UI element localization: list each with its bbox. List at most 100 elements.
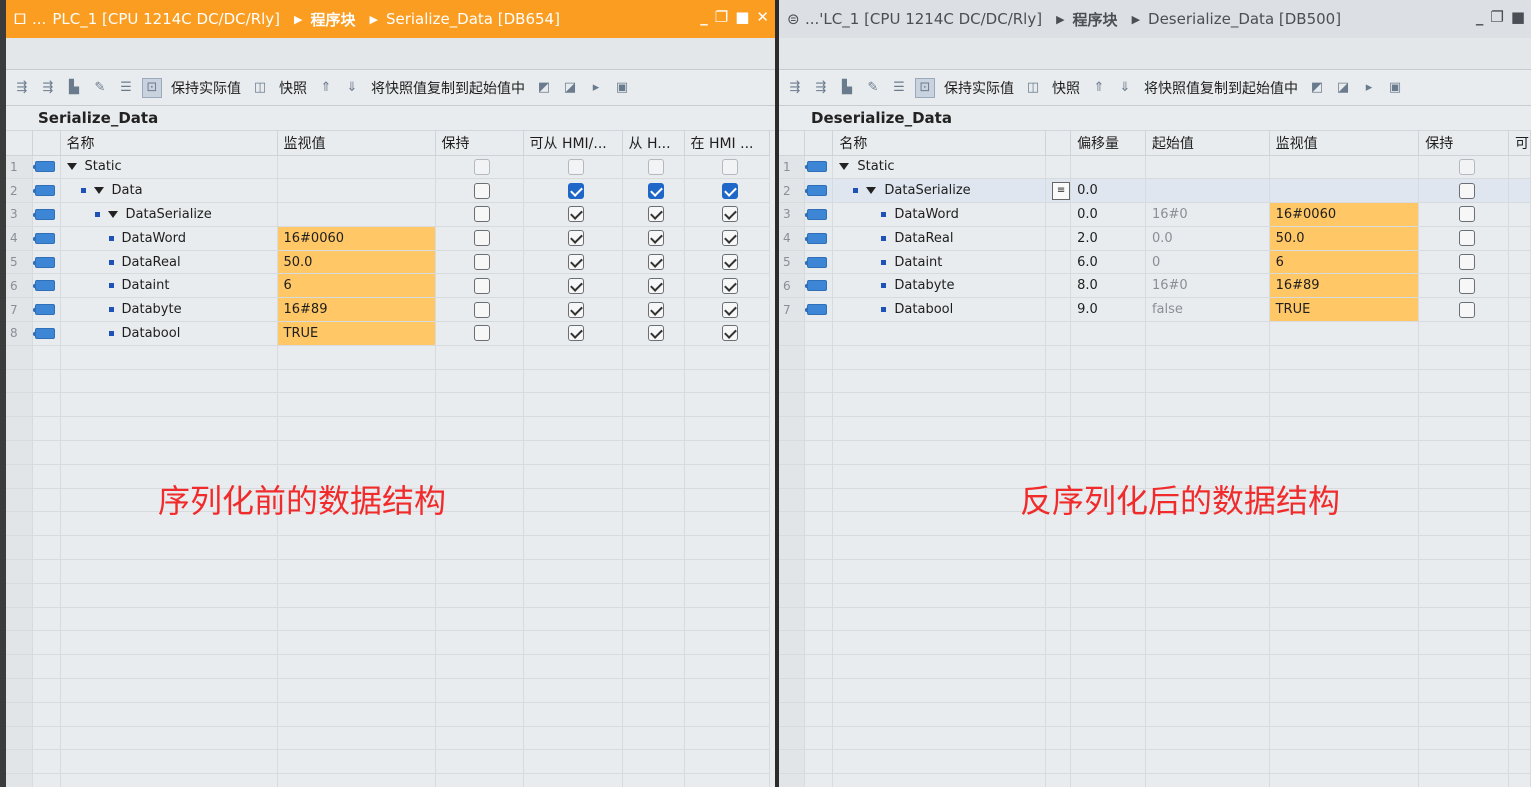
copy-snapshot-to-start-button[interactable]: 将快照值复制到起始值中 [368, 78, 528, 98]
checkbox[interactable] [648, 158, 664, 175]
col-hmi-writable[interactable]: 从 H... [622, 131, 685, 156]
name-cell[interactable]: Static [60, 155, 278, 180]
expand-all-icon[interactable]: ▙ [64, 78, 84, 98]
start-value-cell[interactable]: 0.0 [1145, 226, 1270, 251]
checkbox[interactable] [721, 230, 738, 247]
maximize-icon[interactable]: ■ [735, 8, 749, 26]
checkbox[interactable] [474, 182, 490, 199]
window-split-icon[interactable]: ▣ [612, 78, 632, 98]
name-cell[interactable]: Dataint [832, 250, 1047, 275]
table-row[interactable]: 6 Databyte 8.0 16#0 16#89 [779, 273, 1531, 299]
copy-down-icon[interactable]: ⇓ [1115, 78, 1135, 98]
insert-row-icon[interactable]: ⇶ [785, 78, 805, 98]
load-start-2-icon[interactable]: ◪ [1333, 78, 1353, 98]
checkbox[interactable] [721, 206, 738, 223]
name-cell[interactable]: DataWord [60, 226, 278, 251]
checkbox[interactable] [1458, 301, 1475, 318]
name-cell[interactable]: DataWord [832, 202, 1047, 227]
table-row[interactable]: 1 Static [779, 155, 1531, 180]
snapshot-button[interactable]: 快照 [1049, 78, 1083, 98]
checkbox[interactable] [474, 230, 490, 247]
snapshot-icon[interactable]: ◫ [250, 78, 270, 98]
copy-snapshot-to-start-button[interactable]: 将快照值复制到起始值中 [1141, 78, 1301, 98]
load-start-icon[interactable]: ◩ [534, 78, 554, 98]
name-cell[interactable]: DataSerialize [832, 178, 1047, 204]
checkbox[interactable] [648, 254, 664, 271]
checkbox[interactable] [474, 206, 490, 223]
name-cell[interactable]: Static [832, 155, 1047, 180]
checkbox[interactable] [721, 277, 738, 294]
expand-triangle-icon[interactable] [866, 187, 877, 195]
col-hmi-accessible[interactable]: 可 [1508, 131, 1531, 156]
name-cell[interactable]: Databool [60, 321, 278, 346]
start-value-cell[interactable] [1145, 178, 1270, 204]
checkbox[interactable] [1458, 254, 1475, 271]
table-row[interactable]: 5 DataReal 50.0 [6, 250, 770, 275]
snapshot-icon[interactable]: ◫ [1023, 78, 1043, 98]
table-row[interactable]: 3 DataSerialize [6, 202, 770, 227]
table-row[interactable]: 1 Static [6, 155, 770, 180]
checkbox[interactable] [648, 230, 664, 247]
snapshot-button[interactable]: 快照 [276, 78, 310, 98]
checkbox[interactable] [648, 182, 664, 199]
checkbox[interactable] [1458, 206, 1475, 223]
breadcrumb-block[interactable]: Serialize_Data [DB654] [386, 10, 560, 28]
table-row[interactable]: 6 Dataint 6 [6, 273, 770, 299]
table-row[interactable]: 7 Databool 9.0 false TRUE [779, 297, 1531, 323]
keep-actual-values-button[interactable]: 保持实际值 [168, 78, 244, 98]
table-row[interactable]: 2 Data [6, 178, 770, 204]
name-cell[interactable]: Databool [832, 297, 1047, 323]
restore-icon[interactable]: ❐ [1490, 8, 1503, 26]
col-monitor-value[interactable]: 监视值 [277, 131, 436, 156]
checkbox[interactable] [474, 158, 490, 175]
monitor-icon[interactable]: ✎ [863, 78, 883, 98]
checkbox[interactable] [721, 325, 738, 342]
col-hmi-accessible[interactable]: 可从 HMI/... [523, 131, 623, 156]
breadcrumb-device[interactable]: PLC_1 [CPU 1214C DC/DC/Rly] [52, 10, 280, 28]
col-start-value[interactable]: 起始值 [1145, 131, 1270, 156]
close-icon[interactable]: ✕ [756, 8, 769, 26]
breadcrumb-block[interactable]: Deserialize_Data [DB500] [1148, 10, 1341, 28]
col-retain[interactable]: 保持 [435, 131, 524, 156]
restore-icon[interactable]: ❐ [715, 8, 728, 26]
checkbox[interactable] [648, 206, 664, 223]
checkbox[interactable] [721, 158, 738, 175]
expand-triangle-icon[interactable] [107, 210, 118, 218]
name-cell[interactable]: DataSerialize [60, 202, 278, 227]
checkbox[interactable] [567, 182, 584, 199]
start-value-cell[interactable]: 0 [1145, 250, 1270, 275]
monitor-all-icon[interactable]: ⊡ [915, 77, 935, 98]
copy-down-icon[interactable]: ⇓ [342, 78, 362, 98]
name-cell[interactable]: DataReal [60, 250, 278, 275]
start-value-cell[interactable]: 16#0 [1145, 273, 1270, 299]
copy-up-icon[interactable]: ⇑ [1089, 78, 1109, 98]
checkbox[interactable] [567, 301, 584, 318]
table-row[interactable]: 3 DataWord 0.0 16#0 16#0060 [779, 202, 1531, 227]
col-offset[interactable]: 偏移量 [1070, 131, 1146, 156]
load-start-icon[interactable]: ◩ [1307, 78, 1327, 98]
col-hmi-visible[interactable]: 在 HMI ... [684, 131, 770, 156]
checkbox[interactable] [474, 277, 490, 294]
minimize-icon[interactable]: _ [700, 8, 708, 26]
checkbox[interactable] [721, 301, 738, 318]
table-row[interactable]: 7 Databyte 16#89 [6, 297, 770, 323]
tab-icon[interactable]: ⊜ [787, 10, 805, 28]
name-cell[interactable]: Databyte [832, 273, 1047, 299]
breadcrumb-program-blocks[interactable]: 程序块 [1073, 9, 1118, 30]
col-name[interactable]: 名称 [60, 131, 278, 156]
checkbox[interactable] [721, 254, 738, 271]
name-cell[interactable]: Data [60, 178, 278, 204]
checkbox[interactable] [567, 206, 584, 223]
checkbox[interactable] [1458, 182, 1475, 199]
checkbox[interactable] [567, 325, 584, 342]
more-arrow-icon[interactable]: ▸ [586, 78, 606, 98]
checkbox[interactable] [721, 182, 738, 199]
checkbox[interactable] [474, 301, 490, 318]
col-retain[interactable]: 保持 [1418, 131, 1509, 156]
right-title-bar[interactable]: ⊜ ...'LC_1 [CPU 1214C DC/DC/Rly] ▶ 程序块 ▶… [779, 0, 1531, 38]
monitor-all-icon[interactable]: ⊡ [142, 77, 162, 98]
checkbox[interactable] [1458, 158, 1475, 175]
name-cell[interactable]: Dataint [60, 273, 278, 299]
breadcrumb-program-blocks[interactable]: 程序块 [310, 9, 355, 30]
list-icon[interactable]: ≡ [1052, 181, 1070, 200]
